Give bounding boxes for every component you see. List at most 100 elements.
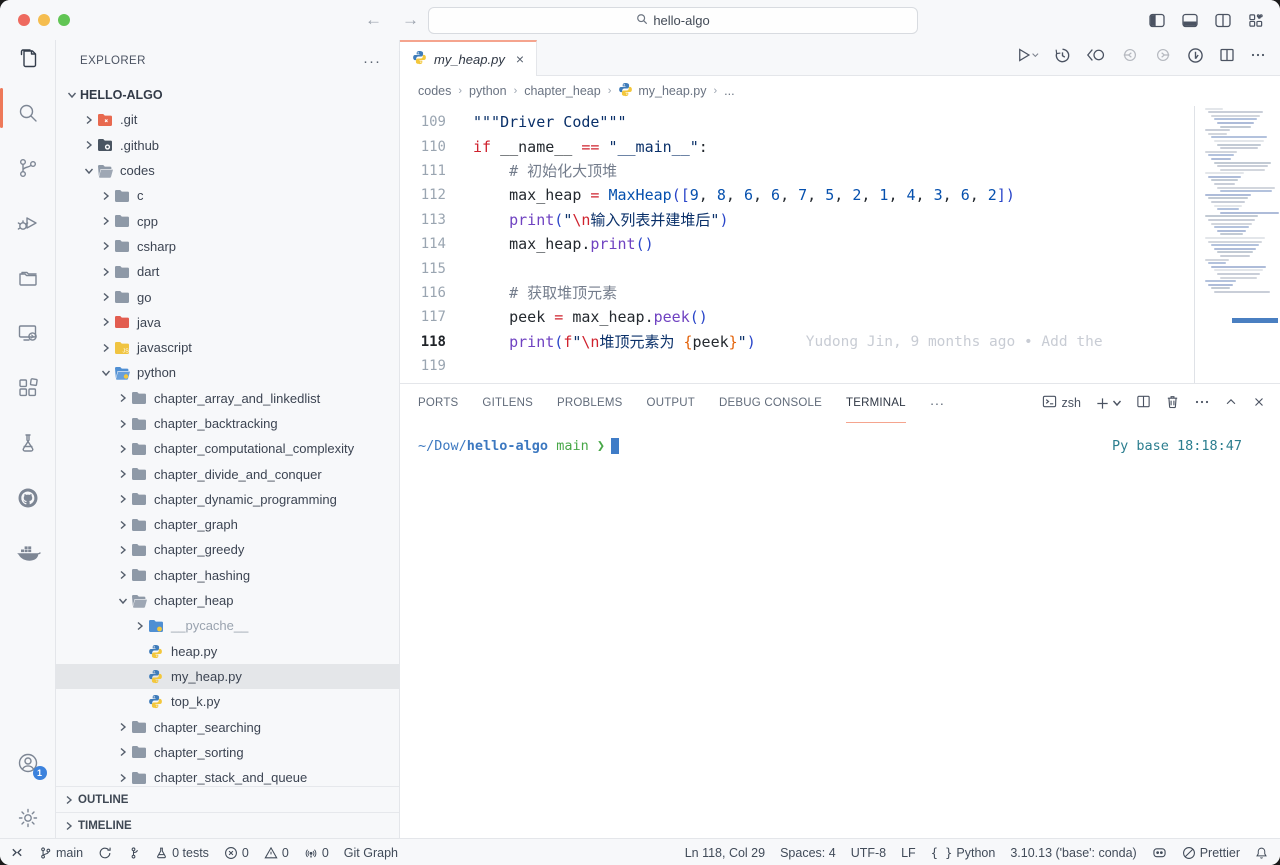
chevron-right-icon[interactable] <box>98 267 114 277</box>
testing-icon[interactable] <box>16 431 40 455</box>
status-utf-8[interactable]: UTF-8 <box>851 846 886 860</box>
breadcrumb-item-my-heap-py[interactable]: my_heap.py <box>618 82 706 100</box>
tree-item-git[interactable]: .git <box>56 107 399 132</box>
chevron-right-icon[interactable] <box>98 241 114 251</box>
status-git-graph[interactable]: Git Graph <box>344 846 398 860</box>
panel-tab-ports[interactable]: PORTS <box>418 384 458 423</box>
status-copilot[interactable] <box>1152 846 1167 859</box>
code-line-119[interactable]: 119 <box>400 354 1280 378</box>
breadcrumb-item-python[interactable]: python <box>469 84 507 98</box>
chevron-right-icon[interactable] <box>98 317 114 327</box>
panel-tab-debug-console[interactable]: DEBUG CONSOLE <box>719 384 822 423</box>
tree-item-chapter-graph[interactable]: chapter_graph <box>56 512 399 537</box>
gitlens-open-revision-icon[interactable] <box>1086 47 1106 68</box>
minimize-window-button[interactable] <box>38 14 50 26</box>
chevron-down-icon[interactable] <box>115 596 131 606</box>
code-editor[interactable]: 109"""Driver Code"""110if __name__ == "_… <box>400 106 1280 383</box>
tree-item-top-k-py[interactable]: top_k.py <box>56 689 399 714</box>
views-and-more-actions-button[interactable]: ··· <box>363 53 381 70</box>
tree-item-dart[interactable]: dart <box>56 259 399 284</box>
tree-item-chapter-sorting[interactable]: chapter_sorting <box>56 740 399 765</box>
split-editor-icon[interactable] <box>1219 47 1235 68</box>
code-line-113[interactable]: 113 print("\n输入列表并建堆后") <box>400 208 1280 232</box>
run-icon[interactable] <box>1017 47 1039 68</box>
code-line-115[interactable]: 115 <box>400 256 1280 280</box>
close-window-button[interactable] <box>18 14 30 26</box>
tree-item-go[interactable]: go <box>56 284 399 309</box>
tree-item-java[interactable]: java <box>56 310 399 335</box>
status-ln-118-col-29[interactable]: Ln 118, Col 29 <box>685 846 765 860</box>
minimap[interactable] <box>1194 106 1280 383</box>
toggle-panel-icon[interactable] <box>1182 13 1198 28</box>
chevron-right-icon[interactable] <box>115 773 131 783</box>
toggle-sidebar-icon[interactable] <box>1149 13 1165 28</box>
sidebar-section-timeline[interactable]: TIMELINE <box>56 812 399 838</box>
status-gitlens[interactable] <box>127 846 140 860</box>
tree-item-my-heap-py[interactable]: my_heap.py <box>56 664 399 689</box>
code-line-112[interactable]: 112 max_heap = MaxHeap([9, 8, 6, 6, 7, 5… <box>400 183 1280 207</box>
chevron-right-icon[interactable] <box>115 469 131 479</box>
panel-tab-problems[interactable]: PROBLEMS <box>557 384 623 423</box>
chevron-right-icon[interactable] <box>115 747 131 757</box>
code-line-111[interactable]: 111 # 初始化大顶堆 <box>400 159 1280 183</box>
tab-my-heap[interactable]: my_heap.py × <box>400 40 537 76</box>
chevron-right-icon[interactable] <box>115 494 131 504</box>
chevron-down-icon[interactable] <box>1112 398 1122 408</box>
maximize-window-button[interactable] <box>58 14 70 26</box>
history-forward-button[interactable]: → <box>402 10 419 30</box>
extensions-icon[interactable] <box>16 376 40 400</box>
status-warning[interactable]: 0 <box>264 846 289 860</box>
breadcrumb-item-chapter-heap[interactable]: chapter_heap <box>524 84 600 98</box>
github-icon[interactable] <box>16 486 40 510</box>
tree-item-cpp[interactable]: cpp <box>56 208 399 233</box>
panel-tab-terminal[interactable]: TERMINAL <box>846 384 906 423</box>
chevron-right-icon[interactable] <box>98 191 114 201</box>
split-terminal-icon[interactable] <box>1136 394 1151 412</box>
tree-item-codes[interactable]: codes <box>56 158 399 183</box>
status-beaker[interactable]: 0 tests <box>155 846 209 860</box>
tree-item-chapter-computational-complexity[interactable]: chapter_computational_complexity <box>56 436 399 461</box>
kill-terminal-icon[interactable] <box>1165 394 1180 412</box>
chevron-right-icon[interactable] <box>81 140 97 150</box>
history-icon[interactable] <box>1054 47 1071 69</box>
chevron-right-icon[interactable] <box>98 292 114 302</box>
tree-item-chapter-dynamic-programming[interactable]: chapter_dynamic_programming <box>56 487 399 512</box>
account-icon[interactable]: 1 <box>16 751 40 775</box>
status-braces[interactable]: { }Python <box>931 846 996 860</box>
tree-item-chapter-searching[interactable]: chapter_searching <box>56 714 399 739</box>
code-line-110[interactable]: 110if __name__ == "__main__": <box>400 134 1280 158</box>
command-center-search[interactable]: hello-algo <box>428 7 918 34</box>
status-prettier[interactable]: Prettier <box>1182 846 1240 860</box>
tree-item-csharp[interactable]: csharp <box>56 234 399 259</box>
source-control-icon[interactable] <box>16 156 40 180</box>
tree-item-chapter-array-and-linkedlist[interactable]: chapter_array_and_linkedlist <box>56 386 399 411</box>
breadcrumb-item--[interactable]: ... <box>724 84 734 98</box>
customize-layout-icon[interactable] <box>1248 13 1264 28</box>
chevron-down-icon[interactable] <box>64 90 80 100</box>
tree-item-hello-algo[interactable]: HELLO-ALGO <box>56 82 399 107</box>
panel-tab-gitlens[interactable]: GITLENS <box>482 384 533 423</box>
panel-tabs-more-button[interactable]: ··· <box>930 384 945 423</box>
chevron-right-icon[interactable] <box>115 520 131 530</box>
project-manager-icon[interactable] <box>16 266 40 290</box>
tree-item-chapter-heap[interactable]: chapter_heap <box>56 588 399 613</box>
code-line-114[interactable]: 114 max_heap.print() <box>400 232 1280 256</box>
remote-explorer-icon[interactable] <box>16 321 40 345</box>
status-remote[interactable] <box>10 846 24 859</box>
tree-item-chapter-divide-and-conquer[interactable]: chapter_divide_and_conquer <box>56 461 399 486</box>
status-git-branch[interactable]: main <box>39 846 83 860</box>
status-sync[interactable] <box>98 846 112 860</box>
code-line-117[interactable]: 117 peek = max_heap.peek() <box>400 305 1280 329</box>
chevron-right-icon[interactable] <box>81 115 97 125</box>
nav-back-icon[interactable] <box>1121 47 1139 68</box>
chevron-right-icon[interactable] <box>115 419 131 429</box>
chevron-right-icon[interactable] <box>98 343 114 353</box>
code-line-116[interactable]: 116 # 获取堆顶元素 <box>400 281 1280 305</box>
gitlens-graph-icon[interactable] <box>1187 47 1204 69</box>
tree-item-python[interactable]: python <box>56 360 399 385</box>
terminal[interactable]: ~/Dow/hello-algo main ❯ Py base 18:18:47 <box>400 422 1280 838</box>
tree-item-chapter-hashing[interactable]: chapter_hashing <box>56 563 399 588</box>
search-icon[interactable] <box>16 101 40 125</box>
more-icon[interactable] <box>1250 47 1266 68</box>
chevron-right-icon[interactable] <box>115 393 131 403</box>
